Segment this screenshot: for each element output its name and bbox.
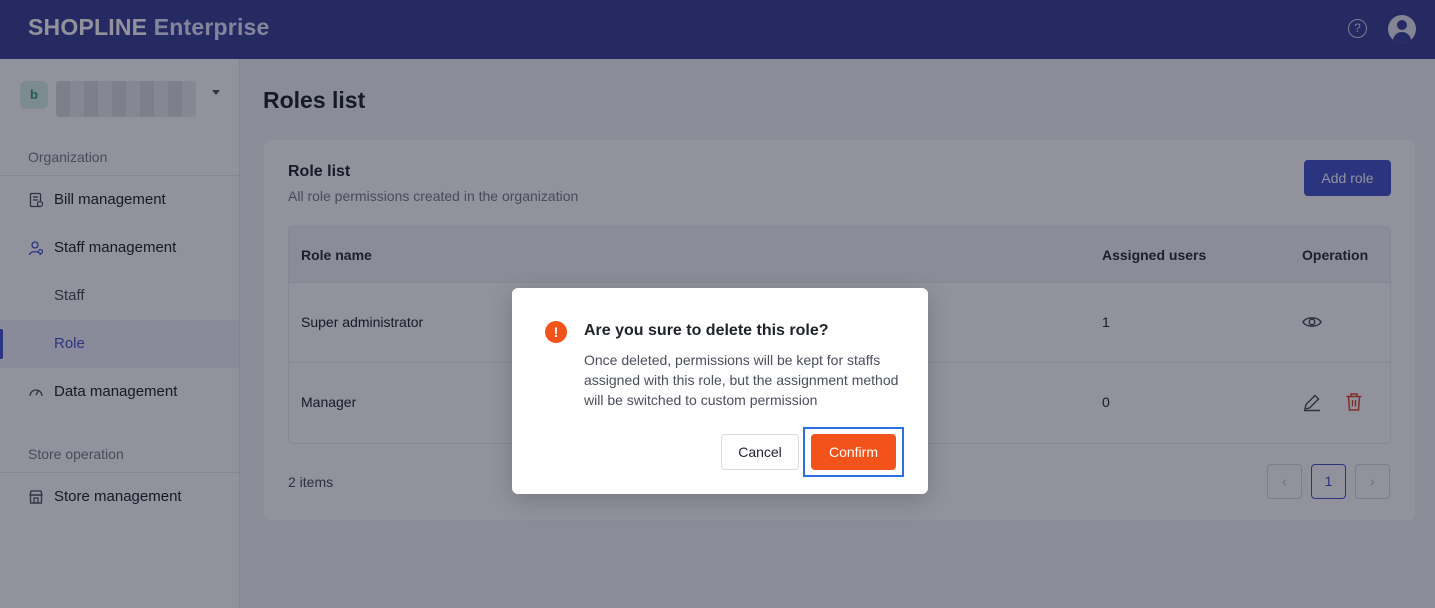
dialog-message: Once deleted, permissions will be kept f…: [584, 352, 899, 408]
delete-confirm-dialog: ! Are you sure to delete this role? Once…: [512, 288, 928, 494]
confirm-button[interactable]: Confirm: [811, 434, 896, 470]
cancel-button[interactable]: Cancel: [721, 434, 799, 470]
warning-icon: !: [545, 321, 567, 343]
dialog-title: Are you sure to delete this role?: [584, 322, 829, 339]
